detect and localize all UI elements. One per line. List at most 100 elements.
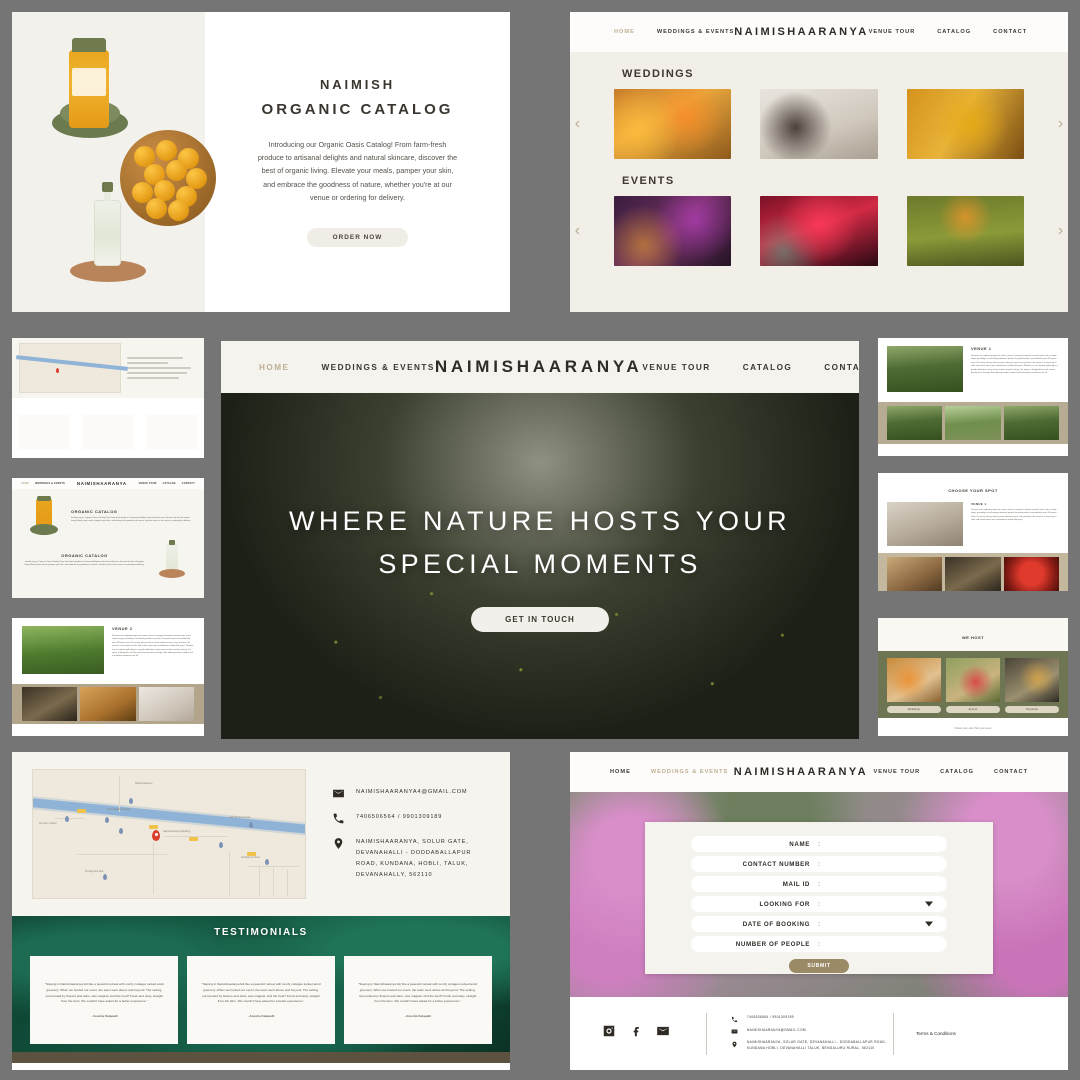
location-map[interactable]: Hindu Mahila Samaja Naimishaaranya Gold … [32,769,306,899]
nav-catalog[interactable]: CATALOG [940,769,974,775]
thumbnail-catalog-page[interactable]: HOME WEDDINGS & EVENTS NAIMISHAARANYA VE… [12,478,204,598]
brand-logo[interactable]: NAIMISHAARANYA [734,766,868,778]
nav-contact[interactable]: CONTACT [993,29,1027,35]
thumbnail-venue2-page[interactable]: VENUE 2 Discover our captivating open-ai… [12,618,204,736]
footer-address: NAIMISHAARANYA, SOLUR GATE, DEVANAHALLI … [747,1040,887,1050]
facebook-icon[interactable] [629,1024,643,1043]
contact-phone-row[interactable]: 7406506564 / 9901309189 [332,812,490,825]
nav-venue-tour[interactable]: VENUE TOUR [873,769,920,775]
map-location-pin-icon [152,830,160,841]
nav-catalog[interactable]: CATALOG [163,482,176,485]
testimonials-cards: "Staying in Naimishaaranya felt like a p… [12,956,510,1044]
mini-host-header: WE HOST [961,635,985,640]
field-colon: : [818,860,820,868]
footer-address-row[interactable]: NAIMISHAARANYA, SOLUR GATE, DEVANAHALLI … [731,1040,893,1051]
nav-venue-tour[interactable]: VENUE TOUR [642,363,710,372]
thumbnail-we-host-page[interactable]: WE HOST Weddings Events Corporate Choose… [878,618,1068,736]
chevron-down-icon[interactable] [925,901,933,907]
event-photo-3[interactable] [906,196,1025,266]
weddings-prev-arrow-icon[interactable]: ‹ [570,115,585,133]
mini-venue1-photo [887,346,963,392]
contact-address-row[interactable]: NAIMISHAARANYA, SOLUR GATE, DEVANAHALLI … [332,837,490,881]
nav-contact[interactable]: CONTACT [824,363,859,372]
events-next-arrow-icon[interactable]: › [1053,222,1068,240]
footer-phone-row[interactable]: 7406506564 / 9901309189 [731,1015,893,1023]
brand-logo[interactable]: NAIMISHAARANYA [435,357,643,377]
field-date-of-booking[interactable]: DATE OF BOOKING : [691,916,947,932]
phone-icon [731,1016,738,1023]
mail-icon [332,787,345,800]
field-mail-id[interactable]: MAIL ID : [691,876,947,892]
contact-top-section: Hindu Mahila Samaja Naimishaaranya Gold … [12,752,510,916]
hero-background-image: WHERE NATURE HOSTS YOUR SPECIAL MOMENTS … [221,393,859,739]
thumbnail-venue1-page[interactable]: VENUE 1 Discover our captivating open-ai… [878,338,1068,456]
mini-host-band: Weddings Events Corporate [878,651,1068,718]
mini-spot-header: CHOOSE YOUR SPOT [948,488,998,493]
get-in-touch-button[interactable]: GET IN TOUCH [471,607,609,633]
mini-venue2-gallery [12,684,204,724]
mini-gallery-photo [945,557,1001,591]
mini-testimonial-card [82,415,134,449]
booking-form-card: NAME : CONTACT NUMBER : MAIL ID : LOOKIN… [645,822,993,974]
weddings-next-arrow-icon[interactable]: › [1053,115,1068,133]
mini-host-button-weddings[interactable]: Weddings [887,706,941,713]
mail-icon [731,1029,738,1034]
event-photo-1[interactable] [613,196,732,266]
field-looking-for[interactable]: LOOKING FOR : [691,896,947,912]
brand-logo[interactable]: NAIMISHAARANYA [77,481,127,486]
mini-gallery-photo [887,406,943,440]
mini-venue1-gallery [878,402,1068,444]
mini-jar-image [24,496,64,536]
order-now-button[interactable]: ORDER NOW [306,228,409,248]
wedding-photo-1[interactable] [613,89,732,159]
events-prev-arrow-icon[interactable]: ‹ [570,222,585,240]
footer-email-row[interactable]: NAIMISHAARANYA@GMAIL.COM [731,1028,893,1036]
nav-home[interactable]: HOME [610,769,631,775]
brand-logo[interactable]: NAIMISHAARANYA [734,26,868,38]
mini-gallery-photo [945,406,1001,440]
field-colon: : [818,920,820,928]
nav-weddings-events[interactable]: WEDDINGS & EVENTS [35,482,65,485]
mini-host-button-events[interactable]: Events [946,706,1000,713]
nav-contact[interactable]: CONTACT [994,769,1028,775]
contact-email-row[interactable]: NAIMISHAARANYA4@GMAIL.COM [332,787,490,800]
mini-gallery-photo [887,557,943,591]
nav-home[interactable]: HOME [21,482,29,485]
nav-venue-tour[interactable]: VENUE TOUR [869,29,916,35]
fruit-bowl-image [120,130,216,226]
nav-venue-tour[interactable]: VENUE TOUR [139,482,157,485]
nav-catalog[interactable]: CATALOG [743,363,793,372]
nav-weddings-events[interactable]: WEDDINGS & EVENTS [657,29,734,35]
wedding-photo-3[interactable] [906,89,1025,159]
submit-button[interactable]: SUBMIT [789,959,849,973]
mini-host-footnote: Choose your spot. Plan your event. [954,727,992,730]
mini-catalog-row-1: ORGANIC CATALOG Introducing our Organic … [12,489,204,536]
terms-and-conditions-link[interactable]: Terms & Conditions [894,1031,1044,1036]
mail-icon[interactable] [656,1024,670,1043]
nav-home[interactable]: HOME [259,363,289,372]
field-name[interactable]: NAME : [691,836,947,852]
wedding-photo-2[interactable] [760,89,878,159]
mini-host-button-corporate[interactable]: Corporate [1005,706,1059,713]
instagram-icon[interactable] [602,1024,616,1043]
nav-contact[interactable]: CONTACT [182,482,195,485]
form-background-image: NAME : CONTACT NUMBER : MAIL ID : LOOKIN… [570,792,1068,997]
thumbnail-choose-spot-page[interactable]: CHOOSE YOUR SPOT VENUE 1 Discover our ca… [878,473,1068,591]
mini-host-photo [887,658,941,702]
mini-venue1-body: Discover our captivating open-air venue,… [971,355,1059,374]
field-number-of-people[interactable]: NUMBER OF PEOPLE : [691,936,947,952]
nav-weddings-events[interactable]: WEDDINGS & EVENTS [321,363,434,372]
oil-bottle-image [92,182,122,268]
thumbnail-contact-page[interactable]: TESTIMONIALS [12,338,204,458]
nav-weddings-events[interactable]: WEDDINGS & EVENTS [651,769,728,775]
mini-gallery-photo [80,687,136,721]
nav-home[interactable]: HOME [614,29,635,35]
event-photo-2[interactable] [760,196,878,266]
field-contact-number[interactable]: CONTACT NUMBER : [691,856,947,872]
mini-venue2-title: VENUE 2 [112,626,133,631]
social-links [594,1024,706,1043]
nav-catalog[interactable]: CATALOG [937,29,971,35]
phone-icon [332,812,345,825]
catalog-title-line1: NAIMISH [320,76,395,92]
chevron-down-icon[interactable] [925,921,933,927]
